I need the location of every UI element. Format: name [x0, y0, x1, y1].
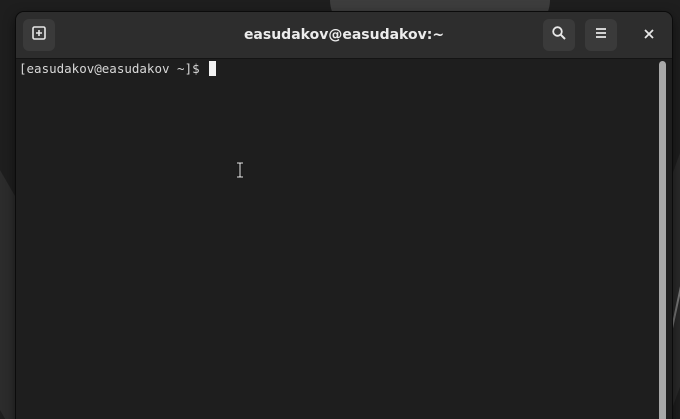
desktop-background: easudakov@easudakov:~ [easudakov@easudak… — [0, 0, 680, 419]
vertical-scrollbar[interactable] — [659, 61, 667, 419]
terminal-window: easudakov@easudakov:~ [easudakov@easudak… — [16, 12, 672, 419]
header-bar: easudakov@easudakov:~ — [16, 12, 672, 59]
ibeam-pointer-icon — [236, 161, 244, 179]
search-button[interactable] — [543, 19, 575, 51]
terminal-area[interactable]: [easudakov@easudakov ~]$ — [16, 59, 672, 419]
new-tab-button[interactable] — [23, 19, 55, 51]
close-button[interactable] — [633, 19, 665, 51]
hamburger-menu-icon — [593, 25, 609, 45]
scrollbar-thumb[interactable] — [659, 61, 666, 419]
text-cursor — [209, 61, 217, 76]
search-icon — [551, 25, 567, 45]
shell-prompt: [easudakov@easudakov ~]$ — [19, 61, 208, 76]
close-icon — [642, 26, 656, 45]
new-tab-icon — [31, 25, 47, 45]
main-menu-button[interactable] — [585, 19, 617, 51]
prompt-line: [easudakov@easudakov ~]$ — [19, 61, 217, 77]
